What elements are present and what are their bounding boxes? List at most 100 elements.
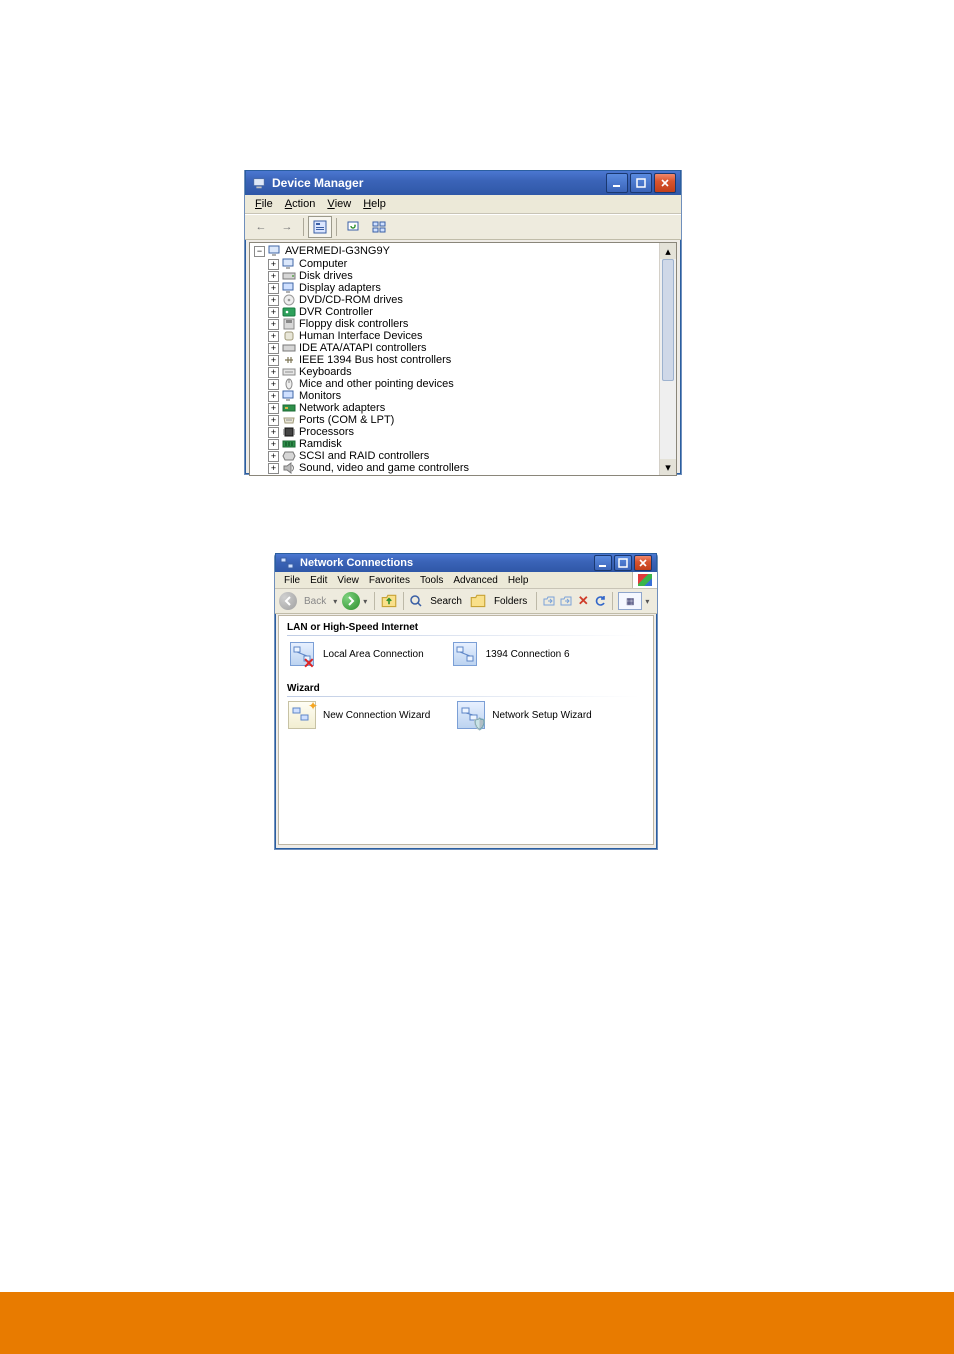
view-mode-button[interactable]	[367, 216, 391, 238]
item-local-area-connection[interactable]: ✕ Local Area Connection	[287, 639, 424, 669]
sparkle-icon: ✦	[308, 699, 318, 713]
expand-icon[interactable]: +	[268, 319, 279, 330]
expand-icon[interactable]: +	[268, 295, 279, 306]
tree-node[interactable]: +Mice and other pointing devices	[268, 378, 676, 390]
menu-help[interactable]: Help	[503, 572, 534, 588]
scroll-down-button[interactable]: ▾	[660, 459, 676, 475]
maximize-button[interactable]	[614, 555, 632, 571]
menu-file[interactable]: File	[279, 572, 305, 588]
menu-view[interactable]: View	[321, 195, 357, 213]
back-label: Back	[304, 596, 326, 607]
scroll-up-button[interactable]: ▴	[660, 243, 676, 259]
up-button[interactable]	[380, 593, 398, 609]
tree-node[interactable]: +Computer	[268, 258, 676, 270]
close-button[interactable]	[634, 555, 652, 571]
forward-dropdown[interactable]: ▾	[363, 597, 367, 606]
expand-icon[interactable]: +	[268, 379, 279, 390]
menu-advanced[interactable]: Advanced	[448, 572, 502, 588]
expand-icon[interactable]: +	[268, 343, 279, 354]
back-button[interactable]: ←	[249, 216, 273, 238]
expand-icon[interactable]: +	[268, 307, 279, 318]
expand-icon[interactable]: +	[268, 283, 279, 294]
collapse-icon[interactable]: −	[254, 246, 265, 257]
maximize-button[interactable]	[630, 173, 652, 193]
forward-button[interactable]: →	[275, 216, 299, 238]
menu-edit[interactable]: Edit	[305, 572, 332, 588]
content-pane: LAN or High-Speed Internet ✕ Local Area …	[278, 615, 654, 845]
folders-button[interactable]: Folders	[494, 596, 527, 607]
menu-help[interactable]: Help	[357, 195, 392, 213]
tree-node[interactable]: +Keyboards	[268, 366, 676, 378]
tree-node[interactable]: + Network adapters	[268, 402, 676, 414]
expand-icon[interactable]: +	[268, 451, 279, 462]
close-button[interactable]	[654, 173, 676, 193]
back-button[interactable]	[279, 592, 297, 610]
tree-node[interactable]: + Monitors	[268, 390, 676, 402]
item-new-connection-wizard[interactable]: ✦ New Connection Wizard	[287, 700, 430, 730]
tree-node[interactable]: +SCSI and RAID controllers	[268, 450, 676, 462]
tree-node[interactable]: + Display adapters	[268, 282, 676, 294]
back-dropdown[interactable]: ▾	[333, 597, 337, 606]
device-category-icon	[282, 390, 296, 402]
expand-icon[interactable]: +	[268, 403, 279, 414]
tree-node[interactable]: +IEEE 1394 Bus host controllers	[268, 354, 676, 366]
tree-node-label: Network adapters	[299, 402, 385, 414]
expand-icon[interactable]: +	[268, 331, 279, 342]
tree-root-node[interactable]: − AVERMEDI-G3NG9Y	[254, 245, 676, 257]
tree-node-label: Monitors	[299, 390, 341, 402]
tree-node[interactable]: +Disk drives	[268, 270, 676, 282]
tree-node[interactable]: +Floppy disk controllers	[268, 318, 676, 330]
expand-icon[interactable]: +	[268, 475, 279, 477]
expand-icon[interactable]: +	[268, 427, 279, 438]
expand-icon[interactable]: +	[268, 391, 279, 402]
scrollbar[interactable]: ▴ ▾	[659, 243, 676, 475]
titlebar[interactable]: Device Manager	[245, 170, 681, 195]
refresh-button[interactable]	[341, 216, 365, 238]
properties-button[interactable]	[308, 216, 332, 238]
device-category-icon	[282, 366, 296, 378]
move-to-button[interactable]	[542, 594, 556, 608]
tree-node[interactable]: +Ports (COM & LPT)	[268, 414, 676, 426]
expand-icon[interactable]: +	[268, 259, 279, 270]
menu-tools[interactable]: Tools	[415, 572, 448, 588]
expand-icon[interactable]: +	[268, 463, 279, 474]
scroll-thumb[interactable]	[662, 259, 674, 381]
undo-button[interactable]	[593, 594, 607, 608]
expand-icon[interactable]: +	[268, 415, 279, 426]
views-dropdown[interactable]: ▾	[645, 597, 649, 606]
titlebar[interactable]: Network Connections	[275, 553, 657, 572]
views-button[interactable]: ▦	[618, 592, 642, 610]
device-category-icon	[282, 270, 296, 282]
tree-node-label: Ramdisk	[299, 438, 342, 450]
tree-node[interactable]: +Human Interface Devices	[268, 330, 676, 342]
scroll-track[interactable]	[660, 259, 676, 459]
minimize-button[interactable]	[606, 173, 628, 193]
tree-node[interactable]: + Ramdisk	[268, 438, 676, 450]
menu-action[interactable]: Action	[279, 195, 322, 213]
copy-to-button[interactable]	[559, 594, 573, 608]
item-network-setup-wizard[interactable]: 🛡️ Network Setup Wizard	[456, 700, 591, 730]
search-button[interactable]: Search	[430, 596, 462, 607]
expand-icon[interactable]: +	[268, 439, 279, 450]
item-1394-connection[interactable]: 1394 Connection 6	[450, 639, 570, 669]
expand-icon[interactable]: +	[268, 271, 279, 282]
tree-node[interactable]: +DVD/CD-ROM drives	[268, 294, 676, 306]
menu-favorites[interactable]: Favorites	[364, 572, 415, 588]
device-category-icon	[282, 330, 296, 342]
tree-node[interactable]: +Processors	[268, 426, 676, 438]
menu-file[interactable]: File	[249, 195, 279, 213]
tree-node[interactable]: + IDE ATA/ATAPI controllers	[268, 342, 676, 354]
menu-view[interactable]: View	[332, 572, 364, 588]
tree-node-label: Sound, video and game controllers	[299, 462, 469, 474]
expand-icon[interactable]: +	[268, 367, 279, 378]
expand-icon[interactable]: +	[268, 355, 279, 366]
tree-node[interactable]: +DVR Controller	[268, 306, 676, 318]
tree-node-label: Display adapters	[299, 282, 381, 294]
tree-node[interactable]: +Storage volumes	[268, 474, 676, 476]
shield-icon: 🛡️	[472, 717, 487, 731]
minimize-button[interactable]	[594, 555, 612, 571]
delete-button[interactable]: ✕	[576, 594, 590, 608]
forward-button[interactable]	[342, 592, 360, 610]
tree-node[interactable]: + Sound, video and game controllers	[268, 462, 676, 474]
tree-node-label: IDE ATA/ATAPI controllers	[299, 342, 427, 354]
